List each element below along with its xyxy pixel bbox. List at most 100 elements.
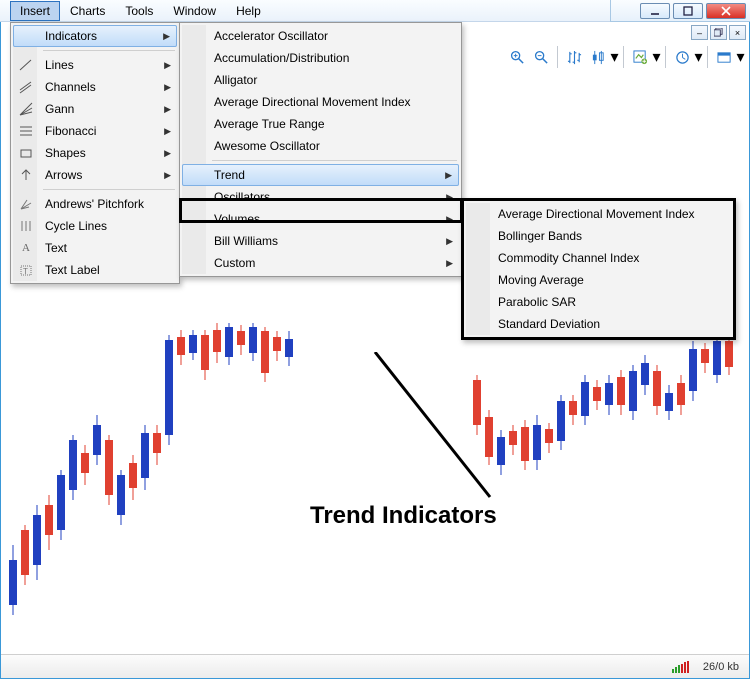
menubar-help[interactable]: Help: [226, 1, 271, 21]
menu-item-label: Text: [45, 241, 67, 255]
menu-item-label: Cycle Lines: [45, 219, 107, 233]
menu-item-label: Lines: [45, 58, 74, 72]
insert-menu: Indicators ▶ Lines ▶ Channels ▶ Gann▶ Fibon…: [10, 22, 180, 284]
candle-chart-icon[interactable]: [587, 46, 609, 68]
zoom-out-icon[interactable]: [530, 46, 552, 68]
zoom-in-icon[interactable]: [506, 46, 528, 68]
submenu-arrow-icon: ▶: [163, 31, 170, 42]
status-bar: 26/0 kb: [1, 654, 749, 678]
submenu-arrow-icon: ▶: [164, 148, 171, 159]
menu-custom[interactable]: Custom▶: [182, 252, 459, 274]
menu-item-label: Commodity Channel Index: [498, 251, 639, 265]
menu-andrews-pitchfork[interactable]: Andrews' Pitchfork: [13, 193, 177, 215]
minimize-button[interactable]: [640, 3, 670, 19]
menu-item-label: Standard Deviation: [498, 317, 600, 331]
status-traffic: 26/0 kb: [703, 661, 739, 673]
menu-cci[interactable]: Commodity Channel Index: [466, 247, 731, 269]
menu-accumulation-distribution[interactable]: Accumulation/Distribution: [182, 47, 459, 69]
menu-item-label: Oscillators: [214, 190, 270, 204]
toolbar: ▾ ▾ ▾ ▾: [506, 44, 744, 70]
menu-volumes[interactable]: Volumes▶: [182, 208, 459, 230]
mdi-controls: – ×: [691, 25, 746, 40]
menu-separator: [43, 50, 175, 51]
menu-oscillators[interactable]: Oscillators ▶: [182, 186, 459, 208]
menu-bill-williams[interactable]: Bill Williams ▶: [182, 230, 459, 252]
submenu-arrow-icon: ▶: [164, 82, 171, 93]
submenu-arrow-icon: ▶: [445, 170, 452, 181]
menu-atr[interactable]: Average True Range: [182, 113, 459, 135]
menu-item-label: Accumulation/Distribution: [214, 51, 349, 65]
menu-lines[interactable]: Lines ▶: [13, 54, 177, 76]
menubar-tools[interactable]: Tools: [115, 1, 163, 21]
menu-standard-deviation[interactable]: Standard Deviation: [466, 313, 731, 335]
menubar-window[interactable]: Window: [163, 1, 226, 21]
channel-icon: [17, 78, 35, 96]
menu-alligator[interactable]: Alligator: [182, 69, 459, 91]
text-label-icon: T: [17, 261, 35, 279]
submenu-arrow-icon: ▶: [164, 60, 171, 71]
menu-item-label: Average Directional Movement Index: [498, 207, 695, 221]
trend-menu: Average Directional Movement Index Bolli…: [461, 198, 736, 340]
menubar: Insert Charts Tools Window Help: [0, 0, 610, 22]
submenu-arrow-icon: ▶: [164, 104, 171, 115]
mdi-close-button[interactable]: ×: [729, 25, 746, 40]
menu-trend-adx[interactable]: Average Directional Movement Index: [466, 203, 731, 225]
menu-trend[interactable]: Trend▶: [182, 164, 459, 186]
periodicity-icon[interactable]: [671, 46, 693, 68]
menu-item-label: Awesome Oscillator: [214, 139, 320, 153]
menu-text[interactable]: AText: [13, 237, 177, 259]
menu-item-label: Channels: [45, 80, 96, 94]
annotation-label: Trend Indicators: [310, 502, 497, 530]
close-button[interactable]: [706, 3, 746, 19]
menu-indicators[interactable]: Indicators ▶: [13, 25, 177, 47]
submenu-arrow-icon: ▶: [446, 236, 453, 247]
menu-fibonacci[interactable]: Fibonacci ▶: [13, 120, 177, 142]
submenu-arrow-icon: ▶: [446, 192, 453, 203]
menu-item-label: Indicators: [45, 29, 97, 43]
menu-shapes[interactable]: Shapes ▶: [13, 142, 177, 164]
menu-item-label: Fibonacci: [45, 124, 96, 138]
shapes-icon: [17, 144, 35, 162]
pitchfork-icon: [17, 195, 35, 213]
gann-icon: [17, 100, 35, 118]
submenu-arrow-icon: ▶: [164, 170, 171, 181]
menu-gann[interactable]: Gann▶: [13, 98, 177, 120]
chart-type-dropdown-icon[interactable]: ▾: [611, 47, 618, 67]
menu-accelerator-oscillator[interactable]: Accelerator Oscillator: [182, 25, 459, 47]
menu-text-label[interactable]: T Text Label: [13, 259, 177, 281]
menu-item-label: Andrews' Pitchfork: [45, 197, 144, 211]
periodicity-dropdown-icon[interactable]: ▾: [695, 47, 702, 67]
menu-item-label: Alligator: [214, 73, 257, 87]
menubar-charts[interactable]: Charts: [60, 1, 115, 21]
menu-parabolic-sar[interactable]: Parabolic SAR: [466, 291, 731, 313]
menu-adx[interactable]: Average Directional Movement Index: [182, 91, 459, 113]
submenu-arrow-icon: ▶: [164, 126, 171, 137]
menu-item-label: Average Directional Movement Index: [214, 95, 411, 109]
menu-item-label: Text Label: [45, 263, 100, 277]
indicators-menu: Accelerator Oscillator Accumulation/Dist…: [179, 22, 462, 277]
menu-awesome-oscillator[interactable]: Awesome Oscillator: [182, 135, 459, 157]
indicators-dropdown-icon[interactable]: ▾: [653, 47, 660, 67]
templates-icon[interactable]: [713, 46, 735, 68]
mdi-minimize-button[interactable]: –: [691, 25, 708, 40]
menu-item-label: Shapes: [45, 146, 86, 160]
mdi-restore-button[interactable]: [710, 25, 727, 40]
toolbar-separator: [707, 46, 708, 68]
submenu-arrow-icon: ▶: [446, 214, 453, 225]
menu-item-label: Moving Average: [498, 273, 584, 287]
cycle-lines-icon: [17, 217, 35, 235]
menu-item-label: Bill Williams: [214, 234, 278, 248]
titlebar-controls: [610, 0, 750, 22]
menu-arrows[interactable]: Arrows ▶: [13, 164, 177, 186]
menu-bollinger-bands[interactable]: Bollinger Bands: [466, 225, 731, 247]
indicators-toolbar-icon[interactable]: [629, 46, 651, 68]
maximize-button[interactable]: [673, 3, 703, 19]
templates-dropdown-icon[interactable]: ▾: [737, 47, 744, 67]
menu-channels[interactable]: Channels ▶: [13, 76, 177, 98]
menu-item-label: Arrows: [45, 168, 82, 182]
connection-signal-icon: [672, 661, 689, 673]
bar-chart-icon[interactable]: [563, 46, 585, 68]
menubar-insert[interactable]: Insert: [10, 1, 60, 21]
menu-cycle-lines[interactable]: Cycle Lines: [13, 215, 177, 237]
menu-moving-average[interactable]: Moving Average: [466, 269, 731, 291]
